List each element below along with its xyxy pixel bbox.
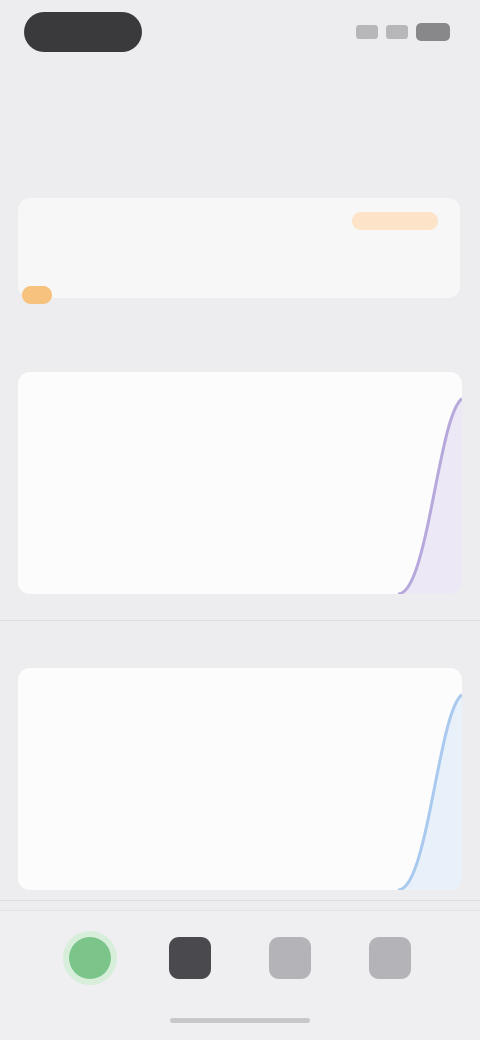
notice-card[interactable] bbox=[18, 198, 460, 298]
wifi-icon bbox=[386, 25, 408, 39]
chart-1-card[interactable] bbox=[18, 372, 462, 594]
status-time bbox=[24, 12, 142, 52]
stats-icon bbox=[269, 937, 311, 979]
home-icon bbox=[69, 937, 111, 979]
chart-2-area bbox=[18, 694, 462, 890]
notice-badge[interactable] bbox=[352, 212, 438, 230]
chart-2-plot bbox=[18, 693, 462, 890]
chart-2-card[interactable] bbox=[18, 668, 462, 890]
chart-1-divider bbox=[0, 620, 480, 621]
app-screen bbox=[0, 0, 480, 1040]
status-icons bbox=[356, 18, 450, 46]
chart-1-area bbox=[18, 398, 462, 594]
settings-icon bbox=[369, 937, 411, 979]
tab-settings[interactable] bbox=[365, 937, 415, 1007]
nav-header bbox=[0, 64, 480, 112]
tab-home[interactable] bbox=[65, 937, 115, 1007]
battery-icon bbox=[416, 23, 450, 41]
profile-icon bbox=[169, 937, 211, 979]
chart-2-divider bbox=[0, 900, 480, 901]
tab-stats[interactable] bbox=[265, 937, 315, 1007]
signal-icon bbox=[356, 25, 378, 39]
tab-profile[interactable] bbox=[165, 937, 215, 1007]
chart-1-plot bbox=[18, 397, 462, 594]
home-indicator[interactable] bbox=[170, 1018, 310, 1023]
status-bar bbox=[0, 0, 480, 64]
notice-indicator bbox=[22, 286, 52, 304]
